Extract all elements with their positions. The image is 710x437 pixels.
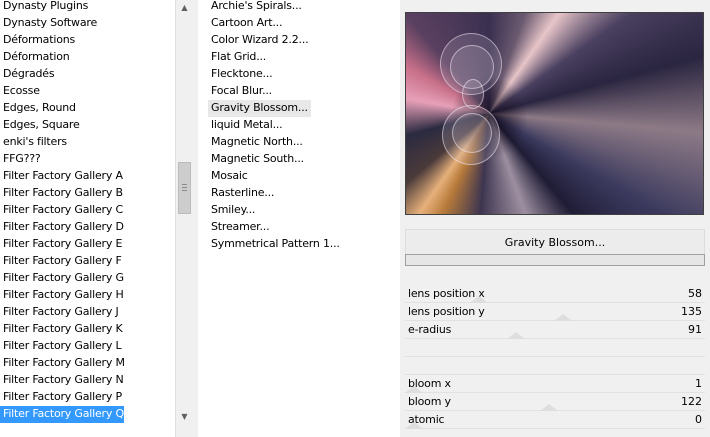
category-item[interactable]: Filter Factory Gallery F [0, 253, 122, 270]
category-item[interactable]: Filter Factory Gallery Q [0, 406, 124, 423]
param-slider-track[interactable] [405, 386, 705, 393]
param-slider-thumb[interactable] [554, 314, 573, 321]
filter-item[interactable]: Flecktone... [208, 66, 275, 83]
filter-item[interactable]: Magnetic North... [208, 134, 306, 151]
category-item[interactable]: Filter Factory Gallery N [0, 372, 124, 389]
category-item[interactable]: Filter Factory Gallery C [0, 202, 123, 219]
category-item[interactable]: Filter Factory Gallery H [0, 287, 124, 304]
category-item[interactable]: Filter Factory Gallery E [0, 236, 122, 253]
category-item[interactable]: Filter Factory Gallery G [0, 270, 124, 287]
category-item[interactable]: Filter Factory Gallery J [0, 304, 119, 321]
category-item[interactable]: Edges, Square [0, 117, 80, 134]
category-item[interactable]: Filter Factory Gallery M [0, 355, 125, 372]
param-slider-track[interactable] [405, 314, 705, 321]
empty-param-row [405, 339, 705, 357]
filter-item[interactable]: Mosaic [208, 168, 251, 185]
category-list[interactable]: Dynasty Plugins Dynasty Software Déformati… [0, 0, 175, 437]
param-slider-thumb[interactable] [405, 386, 423, 393]
param-slider-row[interactable]: lens position x 58 [405, 285, 705, 303]
scroll-down-icon[interactable]: ▼ [176, 409, 193, 425]
category-item[interactable]: Edges, Round [0, 100, 76, 117]
category-item[interactable]: Filter Factory Gallery D [0, 219, 124, 236]
category-scrollbar[interactable]: ▲ ▼ [175, 0, 193, 437]
filter-name-button[interactable]: Gravity Blossom... [405, 229, 705, 257]
preview-image [405, 12, 704, 215]
filter-item[interactable]: liquid Metal... [208, 117, 285, 134]
category-item[interactable]: Filter Factory Gallery P [0, 389, 122, 406]
filter-item[interactable]: Streamer... [208, 219, 272, 236]
filter-item[interactable]: Focal Blur... [208, 83, 275, 100]
filter-item[interactable]: Cartoon Art... [208, 15, 285, 32]
category-item[interactable]: Filter Factory Gallery L [0, 338, 122, 355]
category-item[interactable]: Filter Factory Gallery B [0, 185, 123, 202]
param-slider-track[interactable] [405, 404, 705, 411]
param-slider-thumb[interactable] [506, 332, 525, 339]
param-slider-track[interactable] [405, 296, 705, 303]
filter-item[interactable]: Gravity Blossom... [208, 100, 311, 117]
param-slider-thumb[interactable] [540, 404, 559, 411]
param-slider-thumb[interactable] [405, 422, 423, 429]
category-item[interactable]: Filter Factory Gallery K [0, 321, 123, 338]
category-item[interactable]: Déformations [0, 32, 75, 49]
empty-param-row [405, 357, 705, 375]
preview-artwork [406, 13, 703, 214]
category-item[interactable]: Dégradés [0, 66, 55, 83]
param-slider-row[interactable]: bloom y 122 [405, 393, 705, 411]
category-item[interactable]: Filter Factory Gallery A [0, 168, 123, 185]
scroll-up-icon[interactable]: ▲ [176, 0, 193, 16]
param-slider-track[interactable] [405, 332, 705, 339]
param-slider-row[interactable]: bloom x1 [405, 375, 705, 393]
filter-item[interactable]: Smiley... [208, 202, 258, 219]
filter-item[interactable]: Rasterline... [208, 185, 277, 202]
param-slider-track[interactable] [405, 422, 705, 429]
category-item[interactable]: enki's filters [0, 134, 67, 151]
param-slider-row[interactable]: atomic 0 [405, 411, 705, 429]
progress-bar [405, 254, 705, 266]
filter-item[interactable]: Flat Grid... [208, 49, 269, 66]
filter-item[interactable]: Color Wizard 2.2... [208, 32, 311, 49]
category-item[interactable]: Dynasty Plugins [0, 0, 88, 15]
filter-item[interactable]: Magnetic South... [208, 151, 307, 168]
filter-item[interactable]: Symmetrical Pattern 1... [208, 236, 343, 253]
category-item[interactable]: FFG??? [0, 151, 41, 168]
param-slider-row[interactable]: lens position y 135 [405, 303, 705, 321]
param-slider-thumb[interactable] [469, 296, 488, 303]
category-item[interactable]: Dynasty Software [0, 15, 97, 32]
scrollbar-thumb[interactable] [178, 162, 191, 214]
filter-item[interactable]: Archie's Spirals... [208, 0, 305, 15]
category-list-panel: Dynasty Plugins Dynasty Software Déformati… [0, 0, 193, 437]
filter-list[interactable]: Archie's Spirals... Cartoon Art... Color W… [198, 0, 400, 437]
category-item[interactable]: Déformation [0, 49, 70, 66]
category-item[interactable]: Ecosse [0, 83, 40, 100]
param-slider-row[interactable]: e-radius 91 [405, 321, 705, 339]
